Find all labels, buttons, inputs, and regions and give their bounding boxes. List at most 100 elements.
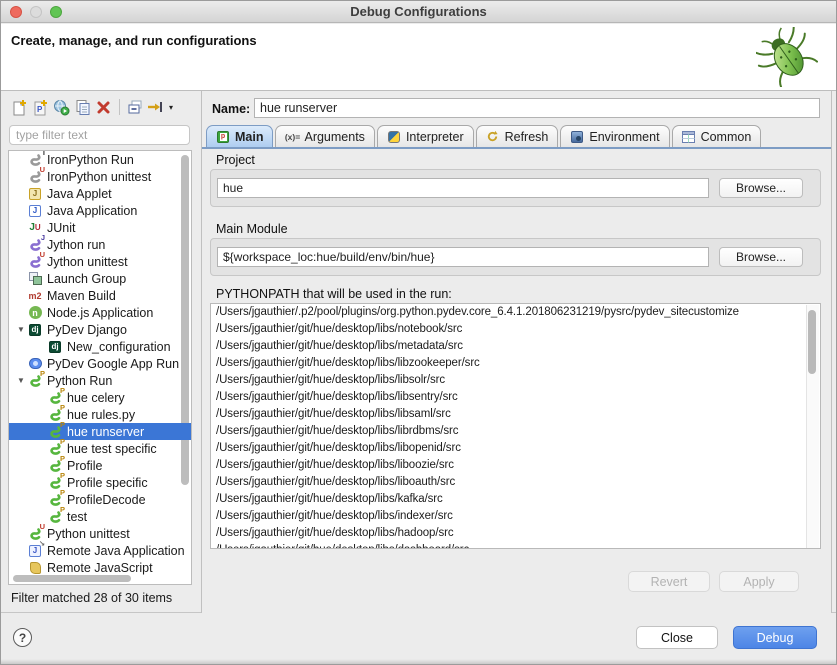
configuration-detail-panel: Name: pMain(x)=ArgumentsInterpreterRefre…: [201, 91, 832, 613]
export-configurations-icon[interactable]: [53, 99, 70, 116]
tree-item-profiledecode[interactable]: PProfileDecode: [9, 491, 191, 508]
tree-item-launch-group[interactable]: Launch Group: [9, 270, 191, 287]
tree-item-python-unittest[interactable]: UPython unittest: [9, 525, 191, 542]
tab-arguments-icon: (x)=: [285, 130, 299, 143]
pythonpath-entry[interactable]: /Users/jgauthier/git/hue/desktop/libs/li…: [211, 457, 820, 474]
tree-item-label: Launch Group: [47, 272, 126, 286]
tree-item-label: PyDev Django: [47, 323, 127, 337]
tree-item-test[interactable]: Ptest: [9, 508, 191, 525]
pythonpath-entry[interactable]: /Users/jgauthier/.p2/pool/plugins/org.py…: [211, 304, 820, 321]
tree-item-label: Remote JavaScript: [47, 561, 153, 575]
tree-item-label: Maven Build: [47, 289, 116, 303]
tree-item-node-js-application[interactable]: n Node.js Application: [9, 304, 191, 321]
tree-item-python-run[interactable]: ▼PPython Run: [9, 372, 191, 389]
tree-item-ironpython-run[interactable]: IIronPython Run: [9, 151, 191, 168]
debug-button[interactable]: Debug: [733, 626, 817, 649]
tab-label: Arguments: [304, 130, 364, 144]
tab-arguments[interactable]: (x)= Arguments: [275, 125, 374, 147]
snake-green-p-icon: P: [27, 373, 43, 388]
name-input[interactable]: [254, 98, 820, 118]
tree-item-label: Remote Java Application: [47, 544, 185, 558]
maven-icon: m2: [27, 288, 43, 303]
filter-dropdown-caret[interactable]: ▾: [169, 103, 173, 112]
tree-item-jython-unittest[interactable]: UJython unittest: [9, 253, 191, 270]
pythonpath-entry[interactable]: /Users/jgauthier/git/hue/desktop/libs/li…: [211, 355, 820, 372]
pythonpath-entry[interactable]: /Users/jgauthier/git/hue/desktop/libs/li…: [211, 389, 820, 406]
revert-button[interactable]: Revert: [628, 571, 710, 592]
pythonpath-entry[interactable]: /Users/jgauthier/git/hue/desktop/libs/da…: [211, 542, 820, 549]
apply-button[interactable]: Apply: [719, 571, 799, 592]
pythonpath-label: PYTHONPATH that will be used in the run:: [216, 287, 452, 301]
snake-purple-u-icon: U: [27, 254, 43, 269]
pythonpath-entry[interactable]: /Users/jgauthier/git/hue/desktop/libs/li…: [211, 372, 820, 389]
tree-item-remote-javascript[interactable]: Remote JavaScript: [9, 559, 191, 576]
pythonpath-scrollbar[interactable]: [808, 310, 816, 374]
titlebar[interactable]: Debug Configurations: [1, 1, 836, 23]
tree-item-remote-java-application[interactable]: J↘Remote Java Application: [9, 542, 191, 559]
close-button[interactable]: Close: [636, 626, 718, 649]
pythonpath-scrollbar-track[interactable]: [806, 305, 819, 549]
tree-item-label: hue celery: [67, 391, 125, 405]
tree-item-label: Node.js Application: [47, 306, 153, 320]
filter-input[interactable]: [9, 125, 190, 145]
tree-item-hue-runserver[interactable]: Phue runserver: [9, 423, 191, 440]
pythonpath-entry[interactable]: /Users/jgauthier/git/hue/desktop/libs/li…: [211, 406, 820, 423]
java-app-icon: J: [27, 203, 43, 218]
tree-item-hue-rules-py[interactable]: Phue rules.py: [9, 406, 191, 423]
tree-item-hue-celery[interactable]: Phue celery: [9, 389, 191, 406]
tree-horizontal-scrollbar[interactable]: [13, 575, 131, 582]
pythonpath-entry[interactable]: /Users/jgauthier/git/hue/desktop/libs/me…: [211, 338, 820, 355]
delete-icon[interactable]: [95, 99, 112, 116]
node-icon: n: [27, 305, 43, 320]
tree-item-pydev-google-app-run[interactable]: PyDev Google App Run: [9, 355, 191, 372]
tree-item-pydev-django[interactable]: ▼djPyDev Django: [9, 321, 191, 338]
pythonpath-entry[interactable]: /Users/jgauthier/git/hue/desktop/libs/ka…: [211, 491, 820, 508]
tree-item-maven-build[interactable]: m2 Maven Build: [9, 287, 191, 304]
help-icon[interactable]: ?: [13, 628, 32, 647]
tree-item-java-application[interactable]: JJava Application: [9, 202, 191, 219]
tab-common-icon: [682, 130, 696, 143]
launch-group-icon: [27, 271, 43, 286]
new-configuration-icon[interactable]: [11, 99, 28, 116]
tree-item-hue-test-specific[interactable]: Phue test specific: [9, 440, 191, 457]
collapse-expander-icon[interactable]: ▼: [15, 325, 27, 334]
tab-main-icon: p: [216, 130, 230, 143]
filter-configurations-icon[interactable]: [147, 99, 164, 116]
tree-item-ironpython-unittest[interactable]: UIronPython unittest: [9, 168, 191, 185]
tree-item-jython-run[interactable]: JJython run: [9, 236, 191, 253]
new-prototype-icon[interactable]: P: [32, 99, 49, 116]
collapse-expander-icon[interactable]: ▼: [15, 376, 27, 385]
bug-icon: [756, 27, 818, 87]
pythonpath-entry[interactable]: /Users/jgauthier/git/hue/desktop/libs/li…: [211, 474, 820, 491]
tab-common[interactable]: Common: [672, 125, 762, 147]
tree-item-label: PyDev Google App Run: [47, 357, 179, 371]
tree-item-profile-specific[interactable]: PProfile specific: [9, 474, 191, 491]
dialog-header: Create, manage, and run configurations: [1, 24, 836, 91]
pythonpath-entry[interactable]: /Users/jgauthier/git/hue/desktop/libs/in…: [211, 508, 820, 525]
tab-refresh[interactable]: Refresh: [476, 125, 559, 147]
pythonpath-entry[interactable]: /Users/jgauthier/git/hue/desktop/libs/li…: [211, 440, 820, 457]
tab-label: Environment: [589, 130, 659, 144]
pythonpath-entry[interactable]: /Users/jgauthier/git/hue/desktop/libs/no…: [211, 321, 820, 338]
project-browse-button[interactable]: Browse...: [719, 178, 803, 198]
window-title: Debug Configurations: [1, 4, 836, 19]
tab-main[interactable]: pMain: [206, 125, 273, 147]
pythonpath-entry[interactable]: /Users/jgauthier/git/hue/desktop/libs/ha…: [211, 525, 820, 542]
project-input[interactable]: [217, 178, 709, 198]
snake-gray-u-icon: U: [27, 169, 43, 184]
tab-interpreter[interactable]: Interpreter: [377, 125, 474, 147]
tree-item-new-configuration[interactable]: djNew_configuration: [9, 338, 191, 355]
tab-environment[interactable]: Environment: [560, 125, 669, 147]
pythonpath-entry[interactable]: /Users/jgauthier/git/hue/desktop/libs/li…: [211, 423, 820, 440]
tree-item-profile[interactable]: PProfile: [9, 457, 191, 474]
configurations-tree[interactable]: IIronPython RunUIronPython unittestJJava…: [8, 150, 192, 585]
duplicate-icon[interactable]: [74, 99, 91, 116]
tree-item-junit[interactable]: JUJUnit: [9, 219, 191, 236]
collapse-all-icon[interactable]: [126, 99, 143, 116]
main-module-input[interactable]: [217, 247, 709, 267]
tree-item-java-applet[interactable]: JJava Applet: [9, 185, 191, 202]
tab-interpreter-icon: [387, 130, 401, 143]
main-module-browse-button[interactable]: Browse...: [719, 247, 803, 267]
tab-underline: [202, 147, 831, 149]
pythonpath-list[interactable]: /Users/jgauthier/.p2/pool/plugins/org.py…: [210, 303, 821, 549]
